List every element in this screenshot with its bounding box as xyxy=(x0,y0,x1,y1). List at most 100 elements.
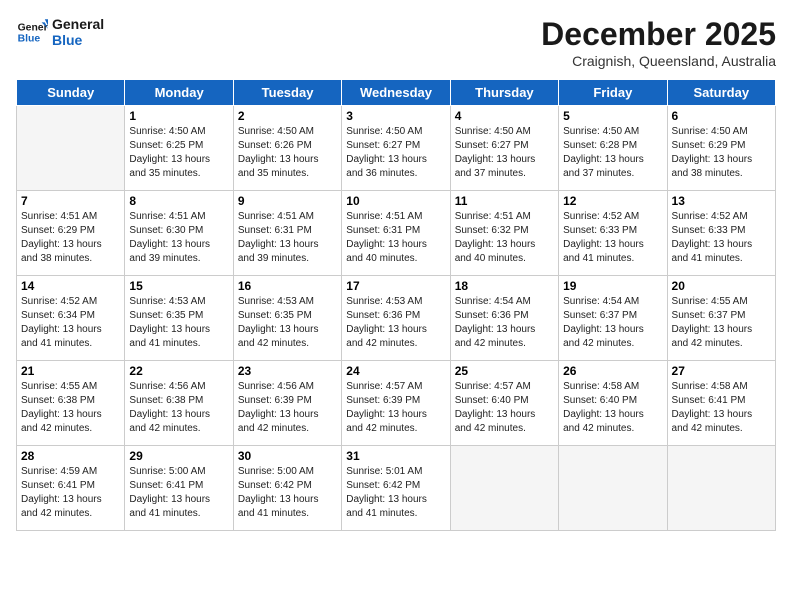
cell-content: Sunrise: 4:53 AM Sunset: 6:35 PM Dayligh… xyxy=(129,295,228,351)
calendar-cell: 11Sunrise: 4:51 AM Sunset: 6:32 PM Dayli… xyxy=(450,191,558,276)
page-header: General Blue General Blue December 2025 … xyxy=(16,16,776,69)
day-number: 8 xyxy=(129,194,228,208)
cell-content: Sunrise: 4:57 AM Sunset: 6:39 PM Dayligh… xyxy=(346,380,445,436)
logo-blue: Blue xyxy=(52,32,104,48)
day-number: 31 xyxy=(346,449,445,463)
day-number: 13 xyxy=(672,194,771,208)
month-title: December 2025 xyxy=(541,16,776,53)
calendar-cell: 5Sunrise: 4:50 AM Sunset: 6:28 PM Daylig… xyxy=(559,106,667,191)
day-number: 1 xyxy=(129,109,228,123)
calendar-cell: 26 Sunrise: 4:58 AM Sunset: 6:40 PM Dayli… xyxy=(559,361,667,446)
calendar-cell: 9 Sunrise: 4:51 AM Sunset: 6:31 PM Daylig… xyxy=(233,191,341,276)
day-number: 15 xyxy=(129,279,228,293)
day-number: 29 xyxy=(129,449,228,463)
day-number: 6 xyxy=(672,109,771,123)
calendar-table: SundayMondayTuesdayWednesdayThursdayFrid… xyxy=(16,79,776,531)
day-number: 24 xyxy=(346,364,445,378)
cell-content: Sunrise: 4:58 AM Sunset: 6:41 PM Dayligh… xyxy=(672,380,771,436)
day-number: 20 xyxy=(672,279,771,293)
calendar-cell: 15 Sunrise: 4:53 AM Sunset: 6:35 PM Dayli… xyxy=(125,276,233,361)
calendar-cell: 1Sunrise: 4:50 AM Sunset: 6:25 PM Daylig… xyxy=(125,106,233,191)
cell-content: Sunrise: 4:53 AM Sunset: 6:35 PM Dayligh… xyxy=(238,295,337,351)
calendar-cell: 21 Sunrise: 4:55 AM Sunset: 6:38 PM Dayli… xyxy=(17,361,125,446)
cell-content: Sunrise: 4:51 AM Sunset: 6:31 PM Dayligh… xyxy=(238,210,337,266)
cell-content: Sunrise: 4:55 AM Sunset: 6:37 PM Dayligh… xyxy=(672,295,771,351)
cell-content: Sunrise: 4:51 AM Sunset: 6:30 PM Dayligh… xyxy=(129,210,228,266)
logo: General Blue General Blue xyxy=(16,16,104,48)
cell-content: Sunrise: 4:58 AM Sunset: 6:40 PM Dayligh… xyxy=(563,380,662,436)
title-block: December 2025 Craignish, Queensland, Aus… xyxy=(541,16,776,69)
cell-content: Sunrise: 4:56 AM Sunset: 6:38 PM Dayligh… xyxy=(129,380,228,436)
calendar-cell: 22 Sunrise: 4:56 AM Sunset: 6:38 PM Dayli… xyxy=(125,361,233,446)
day-number: 17 xyxy=(346,279,445,293)
calendar-cell: 7 Sunrise: 4:51 AM Sunset: 6:29 PM Daylig… xyxy=(17,191,125,276)
calendar-cell: 23 Sunrise: 4:56 AM Sunset: 6:39 PM Dayli… xyxy=(233,361,341,446)
day-number: 9 xyxy=(238,194,337,208)
day-header-saturday: Saturday xyxy=(667,80,775,106)
calendar-cell: 30 Sunrise: 5:00 AM Sunset: 6:42 PM Dayli… xyxy=(233,446,341,531)
day-number: 27 xyxy=(672,364,771,378)
day-number: 16 xyxy=(238,279,337,293)
day-number: 18 xyxy=(455,279,554,293)
week-row-5: 28Sunrise: 4:59 AM Sunset: 6:41 PM Dayli… xyxy=(17,446,776,531)
cell-content: Sunrise: 4:50 AM Sunset: 6:29 PM Dayligh… xyxy=(672,125,771,181)
calendar-cell: 14 Sunrise: 4:52 AM Sunset: 6:34 PM Dayli… xyxy=(17,276,125,361)
cell-content: Sunrise: 4:52 AM Sunset: 6:33 PM Dayligh… xyxy=(563,210,662,266)
calendar-cell: 3Sunrise: 4:50 AM Sunset: 6:27 PM Daylig… xyxy=(342,106,450,191)
cell-content: Sunrise: 5:00 AM Sunset: 6:42 PM Dayligh… xyxy=(238,465,337,521)
calendar-header-row: SundayMondayTuesdayWednesdayThursdayFrid… xyxy=(17,80,776,106)
cell-content: Sunrise: 4:50 AM Sunset: 6:28 PM Dayligh… xyxy=(563,125,662,181)
logo-general: General xyxy=(52,16,104,32)
day-header-monday: Monday xyxy=(125,80,233,106)
logo-icon: General Blue xyxy=(16,16,48,48)
calendar-cell: 27 Sunrise: 4:58 AM Sunset: 6:41 PM Dayli… xyxy=(667,361,775,446)
day-number: 7 xyxy=(21,194,120,208)
day-header-tuesday: Tuesday xyxy=(233,80,341,106)
calendar-cell: 2 Sunrise: 4:50 AM Sunset: 6:26 PM Daylig… xyxy=(233,106,341,191)
calendar-cell: 31 Sunrise: 5:01 AM Sunset: 6:42 PM Dayli… xyxy=(342,446,450,531)
calendar-cell: 16 Sunrise: 4:53 AM Sunset: 6:35 PM Dayli… xyxy=(233,276,341,361)
week-row-4: 21 Sunrise: 4:55 AM Sunset: 6:38 PM Dayli… xyxy=(17,361,776,446)
day-number: 30 xyxy=(238,449,337,463)
cell-content: Sunrise: 4:51 AM Sunset: 6:29 PM Dayligh… xyxy=(21,210,120,266)
day-number: 21 xyxy=(21,364,120,378)
calendar-cell: 29 Sunrise: 5:00 AM Sunset: 6:41 PM Dayli… xyxy=(125,446,233,531)
day-number: 22 xyxy=(129,364,228,378)
calendar-cell: 18Sunrise: 4:54 AM Sunset: 6:36 PM Dayli… xyxy=(450,276,558,361)
calendar-cell: 20 Sunrise: 4:55 AM Sunset: 6:37 PM Dayli… xyxy=(667,276,775,361)
cell-content: Sunrise: 4:57 AM Sunset: 6:40 PM Dayligh… xyxy=(455,380,554,436)
calendar-cell: 28Sunrise: 4:59 AM Sunset: 6:41 PM Dayli… xyxy=(17,446,125,531)
day-number: 14 xyxy=(21,279,120,293)
cell-content: Sunrise: 4:52 AM Sunset: 6:33 PM Dayligh… xyxy=(672,210,771,266)
day-header-friday: Friday xyxy=(559,80,667,106)
calendar-cell: 13 Sunrise: 4:52 AM Sunset: 6:33 PM Dayli… xyxy=(667,191,775,276)
cell-content: Sunrise: 4:50 AM Sunset: 6:27 PM Dayligh… xyxy=(455,125,554,181)
calendar-cell xyxy=(667,446,775,531)
location-subtitle: Craignish, Queensland, Australia xyxy=(541,53,776,69)
cell-content: Sunrise: 4:56 AM Sunset: 6:39 PM Dayligh… xyxy=(238,380,337,436)
calendar-cell xyxy=(559,446,667,531)
day-number: 25 xyxy=(455,364,554,378)
cell-content: Sunrise: 5:00 AM Sunset: 6:41 PM Dayligh… xyxy=(129,465,228,521)
cell-content: Sunrise: 4:51 AM Sunset: 6:31 PM Dayligh… xyxy=(346,210,445,266)
cell-content: Sunrise: 4:59 AM Sunset: 6:41 PM Dayligh… xyxy=(21,465,120,521)
calendar-cell: 8 Sunrise: 4:51 AM Sunset: 6:30 PM Daylig… xyxy=(125,191,233,276)
calendar-cell: 6 Sunrise: 4:50 AM Sunset: 6:29 PM Daylig… xyxy=(667,106,775,191)
cell-content: Sunrise: 4:55 AM Sunset: 6:38 PM Dayligh… xyxy=(21,380,120,436)
day-number: 4 xyxy=(455,109,554,123)
cell-content: Sunrise: 4:52 AM Sunset: 6:34 PM Dayligh… xyxy=(21,295,120,351)
day-number: 2 xyxy=(238,109,337,123)
cell-content: Sunrise: 5:01 AM Sunset: 6:42 PM Dayligh… xyxy=(346,465,445,521)
cell-content: Sunrise: 4:54 AM Sunset: 6:37 PM Dayligh… xyxy=(563,295,662,351)
calendar-cell: 24 Sunrise: 4:57 AM Sunset: 6:39 PM Dayli… xyxy=(342,361,450,446)
day-number: 26 xyxy=(563,364,662,378)
day-number: 3 xyxy=(346,109,445,123)
day-number: 23 xyxy=(238,364,337,378)
calendar-cell: 10Sunrise: 4:51 AM Sunset: 6:31 PM Dayli… xyxy=(342,191,450,276)
day-number: 12 xyxy=(563,194,662,208)
day-number: 11 xyxy=(455,194,554,208)
day-header-thursday: Thursday xyxy=(450,80,558,106)
calendar-cell: 25 Sunrise: 4:57 AM Sunset: 6:40 PM Dayli… xyxy=(450,361,558,446)
calendar-cell: 17Sunrise: 4:53 AM Sunset: 6:36 PM Dayli… xyxy=(342,276,450,361)
cell-content: Sunrise: 4:50 AM Sunset: 6:26 PM Dayligh… xyxy=(238,125,337,181)
